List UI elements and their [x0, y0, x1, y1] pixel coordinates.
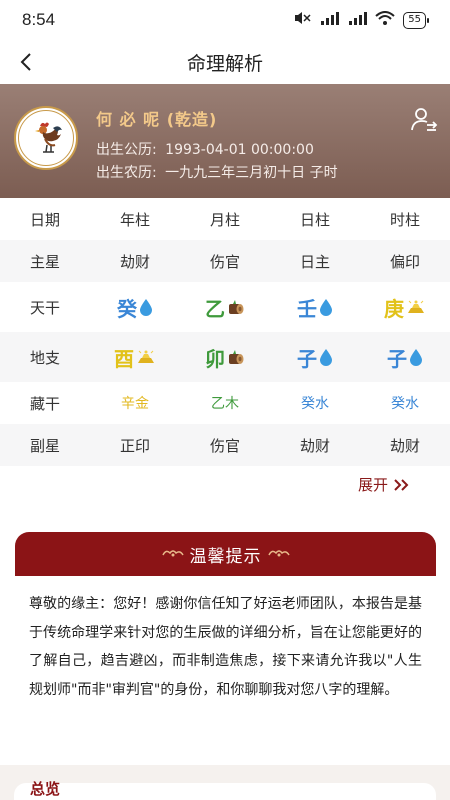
lunar-value: 一九九三年三月初十日 子时	[165, 165, 338, 181]
hidden-stem-row: 藏干 辛金 乙木 癸水 癸水	[0, 382, 450, 424]
tip-header: 温馨提示	[15, 532, 436, 576]
row-label: 副星	[29, 436, 60, 455]
branch-cell: 子	[360, 343, 450, 372]
row-label: 地支	[29, 348, 60, 367]
cloud-ornament-icon	[267, 547, 290, 561]
header-date: 日期	[29, 210, 60, 229]
tip-body: 尊敬的缘主：您好！感谢你信任知了好运老师团队，本报告是基于传统命理学来针对您的生…	[29, 596, 422, 698]
stem-char: 壬	[297, 296, 317, 321]
gold-ingot-icon	[138, 350, 154, 363]
status-icons: 55	[293, 11, 429, 29]
stem-cell: 壬	[270, 293, 360, 322]
expand-button[interactable]: 展开	[358, 474, 412, 495]
switch-user-button[interactable]	[410, 106, 438, 134]
sub-star-cell: 伤官	[209, 436, 240, 455]
double-chevron-right-icon	[394, 478, 409, 491]
status-bar: 8:54 55	[0, 0, 450, 40]
stem-cell: 癸	[90, 293, 180, 322]
cloud-ornament-icon	[161, 547, 184, 561]
sub-star-row: 副星 正印 伤官 劫财 劫财	[0, 424, 450, 466]
branch-cell: 卯	[180, 343, 270, 372]
wifi-icon	[375, 11, 395, 29]
water-drop-icon	[140, 299, 152, 316]
tip-title: 温馨提示	[189, 546, 262, 567]
solar-birth-line: 出生公历: 1993-04-01 00:00:00	[96, 139, 314, 159]
profile-header: 何 必 呢 (乾造) 出生公历: 1993-04-01 00:00:00 出生农…	[0, 84, 450, 198]
gold-ingot-icon	[408, 300, 424, 313]
stem-char: 癸	[117, 296, 137, 321]
wood-log-icon	[229, 350, 244, 364]
branch-cell: 酉	[90, 343, 180, 372]
signal-icon	[319, 11, 340, 29]
status-time: 8:54	[22, 10, 56, 29]
stem-char: 乙	[205, 296, 225, 321]
water-drop-icon	[320, 349, 332, 366]
earthly-branch-row: 地支 酉 卯 子 子	[0, 332, 450, 382]
signal-icon	[347, 11, 368, 29]
heavenly-stem-row: 天干 癸 乙 壬 庚	[0, 282, 450, 332]
header-month-pillar: 月柱	[209, 210, 240, 229]
wood-log-icon	[229, 300, 244, 314]
water-drop-icon	[410, 349, 422, 366]
bazi-table: 日期 年柱 月柱 日柱 时柱 主星 劫财 伤官 日主 偏印 天干 癸 乙 壬 庚…	[0, 198, 450, 466]
bottom-section-label: 总览	[30, 780, 61, 796]
solar-label: 出生公历:	[96, 142, 157, 158]
battery-icon: 55	[403, 11, 429, 29]
mute-icon	[293, 11, 311, 29]
hidden-stem-cell: 癸水	[301, 396, 329, 412]
expand-label: 展开	[357, 476, 388, 494]
branch-char: 子	[297, 346, 317, 371]
bottom-section-card	[14, 783, 436, 800]
solar-value: 1993-04-01 00:00:00	[165, 142, 314, 158]
branch-char: 酉	[114, 346, 134, 371]
zodiac-avatar	[14, 106, 78, 170]
rooster-icon	[35, 122, 62, 153]
main-star-cell: 日主	[299, 252, 330, 271]
hidden-stem-cell: 辛金	[121, 396, 149, 412]
warm-tip-card: 温馨提示 尊敬的缘主：您好！感谢你信任知了好运老师团队，本报告是基于传统命理学来…	[15, 532, 436, 704]
main-star-cell: 伤官	[209, 252, 240, 271]
hidden-stem-cell: 乙木	[211, 396, 239, 412]
sub-star-cell: 劫财	[389, 436, 420, 455]
main-star-cell: 偏印	[389, 252, 420, 271]
branch-cell: 子	[270, 343, 360, 372]
header-hour-pillar: 时柱	[389, 210, 420, 229]
hidden-stem-cell: 癸水	[391, 396, 419, 412]
row-label: 藏干	[29, 394, 60, 413]
row-label: 天干	[29, 298, 60, 317]
main-star-cell: 劫财	[119, 252, 150, 271]
stem-char: 庚	[384, 296, 404, 321]
stem-cell: 乙	[180, 293, 270, 322]
sub-star-cell: 劫财	[299, 436, 330, 455]
page-title: 命理解析	[186, 53, 263, 75]
stem-cell: 庚	[360, 293, 450, 322]
header-year-pillar: 年柱	[119, 210, 150, 229]
lunar-label: 出生农历:	[96, 165, 157, 181]
sub-star-cell: 正印	[119, 436, 150, 455]
water-drop-icon	[320, 299, 332, 316]
nav-bar: 命理解析	[0, 40, 450, 84]
table-header-row: 日期 年柱 月柱 日柱 时柱	[0, 198, 450, 240]
branch-char: 卯	[205, 346, 225, 371]
switch-user-icon	[411, 108, 438, 131]
lunar-birth-line: 出生农历: 一九九三年三月初十日 子时	[96, 162, 338, 182]
profile-name: 何 必 呢 (乾造)	[96, 110, 218, 129]
main-star-row: 主星 劫财 伤官 日主 偏印	[0, 240, 450, 282]
branch-char: 子	[387, 346, 407, 371]
row-label: 主星	[29, 252, 60, 271]
header-day-pillar: 日柱	[299, 210, 330, 229]
